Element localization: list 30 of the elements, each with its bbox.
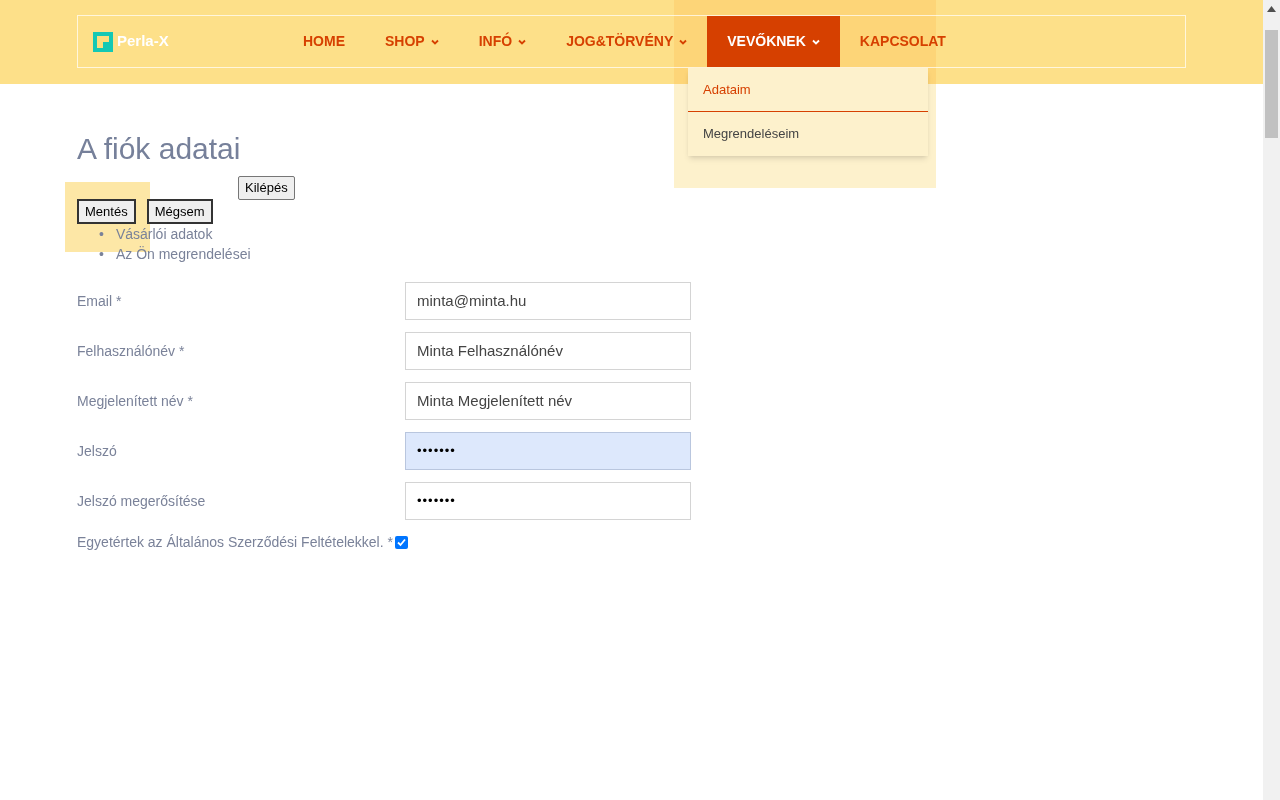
terms-checkbox[interactable]	[394, 536, 408, 549]
dropdown-item[interactable]: Megrendeléseim	[688, 112, 928, 156]
field-label: Jelszó megerősítése	[77, 491, 207, 511]
logout-button[interactable]: Kilépés	[238, 176, 295, 200]
input-field[interactable]: Minta Megjelenített név	[405, 382, 691, 420]
scroll-up-icon[interactable]	[1267, 6, 1276, 12]
field-label: Felhasználónév *	[77, 341, 186, 361]
save-button[interactable]: Mentés	[77, 198, 136, 224]
field-label: Email *	[77, 291, 123, 311]
input-field[interactable]: minta@minta.hu	[405, 282, 691, 320]
dropdown-item[interactable]: Adataim	[688, 68, 928, 112]
nav-link[interactable]: VEVŐKNEK	[707, 16, 840, 67]
nav-link[interactable]: SHOP	[365, 16, 459, 67]
password-field[interactable]: •••••••	[405, 432, 691, 470]
logo-icon	[93, 31, 113, 52]
nav-link[interactable]: INFÓ	[458, 16, 547, 67]
input-field[interactable]: Minta Felhasználónév	[405, 332, 691, 370]
bullet: •	[99, 225, 104, 244]
field-label: Megjelenített név *	[77, 391, 194, 411]
nav-link[interactable]: JOG&TÖRVÉNY	[546, 16, 708, 67]
scrollbar[interactable]	[1263, 0, 1280, 800]
nav-link[interactable]: HOME	[283, 16, 365, 67]
field-label: Jelszó	[77, 441, 118, 461]
cancel-button[interactable]: Mégsem	[146, 198, 213, 224]
scrollbar-thumb[interactable]	[1265, 30, 1278, 138]
page-title: A fiók adatai	[77, 131, 241, 167]
password-field[interactable]: •••••••	[405, 482, 691, 520]
bullet: •	[99, 245, 104, 264]
terms-label: Egyetértek az Általános Szerződési Feltételekkel. *	[77, 533, 393, 552]
logo-text: Perla-X	[117, 31, 169, 52]
